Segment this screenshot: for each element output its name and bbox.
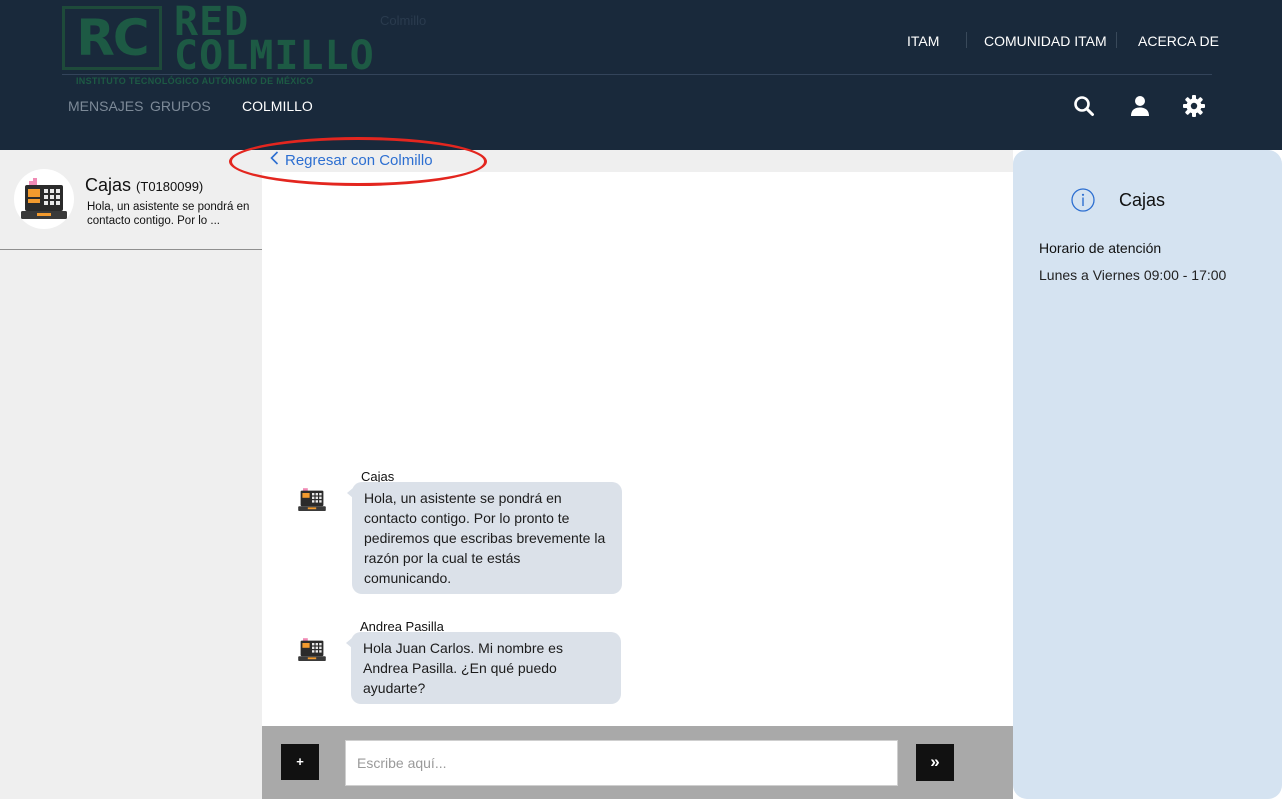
- conversation-name: Cajas: [85, 175, 132, 195]
- message-bubble: Hola, un asistente se pondrá en contacto…: [347, 482, 622, 594]
- message-bubble: Hola Juan Carlos. Mi nombre es Andrea Pa…: [346, 632, 621, 704]
- info-icon: [1071, 188, 1095, 212]
- red-colmillo-logo[interactable]: RC RED COLMILLO INSTITUTO TECNOLÓGICO AU…: [62, 2, 382, 88]
- top-nav-acerca-de[interactable]: ACERCA DE: [1138, 33, 1219, 51]
- sub-nav-grupos[interactable]: GRUPOS: [150, 98, 211, 114]
- faint-header-text: Colmillo: [380, 13, 427, 28]
- top-nav-comunidad-itam[interactable]: COMUNIDAD ITAM: [984, 33, 1107, 51]
- user-icon[interactable]: [1128, 94, 1152, 118]
- hours-value: Lunes a Viernes 09:00 - 17:00: [1039, 267, 1227, 283]
- conversation-list: Cajas (T0180099) Hola, un asistente se p…: [0, 150, 262, 799]
- logo-colmillo-text: COLMILLO: [174, 33, 375, 79]
- attach-button[interactable]: +: [281, 744, 319, 780]
- conversation-item-cajas[interactable]: Cajas (T0180099) Hola, un asistente se p…: [0, 150, 262, 250]
- logo-institute-text: INSTITUTO TECNOLÓGICO AUTÓNOMO DE MÉXICO: [76, 76, 314, 86]
- send-button[interactable]: »: [916, 744, 954, 781]
- back-bar: Regresar con Colmillo: [262, 150, 1013, 172]
- settings-icon[interactable]: [1182, 94, 1206, 118]
- message-composer: + »: [262, 726, 1013, 799]
- back-to-colmillo-link[interactable]: Regresar con Colmillo: [270, 151, 433, 169]
- top-nav-itam[interactable]: ITAM: [907, 33, 939, 51]
- search-icon[interactable]: [1072, 94, 1096, 118]
- message-input[interactable]: [345, 740, 898, 786]
- cash-register-icon: [21, 178, 67, 219]
- back-link-label: Regresar con Colmillo: [285, 152, 433, 169]
- header: RC RED COLMILLO INSTITUTO TECNOLÓGICO AU…: [0, 0, 1282, 150]
- conversation-id: (T0180099): [136, 179, 204, 194]
- conversation-title: Cajas (T0180099): [85, 175, 203, 196]
- info-panel-title: Cajas: [1119, 190, 1166, 210]
- hours-label: Horario de atención: [1039, 240, 1162, 256]
- conversation-preview: Hola, un asistente se pondrá en contacto…: [87, 201, 250, 227]
- sub-nav-mensajes[interactable]: MENSAJES: [68, 98, 143, 114]
- avatar: [14, 169, 74, 229]
- sub-nav-colmillo[interactable]: COLMILLO: [242, 98, 313, 114]
- message-avatar-cash-register-icon: [297, 484, 327, 514]
- logo-rc-mark: RC: [62, 6, 162, 70]
- message-avatar-cash-register-icon: [297, 634, 327, 664]
- chat-panel: Regresar con Colmillo Cajas Hola, un asi…: [262, 150, 1013, 799]
- nav-divider: [966, 32, 967, 48]
- info-panel: Cajas Horario de atención Lunes a Vierne…: [1013, 150, 1282, 799]
- chevron-left-icon: [270, 151, 279, 169]
- header-divider: [62, 74, 1212, 75]
- nav-divider: [1116, 32, 1117, 48]
